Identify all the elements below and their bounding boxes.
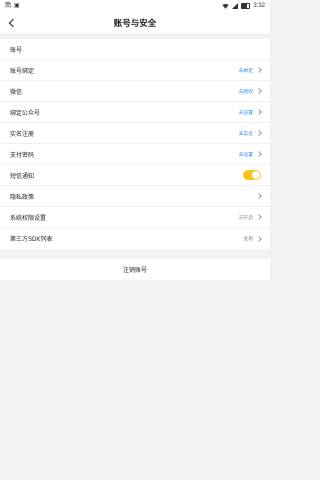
chevron-right-icon xyxy=(256,67,262,73)
row-system-permissions[interactable]: 系统权限设置 去开启 xyxy=(0,207,270,228)
row-label: 账号 xyxy=(10,47,23,54)
row-label: 第三方SDK列表 xyxy=(10,237,53,243)
row-label: 隐私政策 xyxy=(10,194,35,201)
row-label: 短信通知 xyxy=(10,173,35,180)
chevron-right-icon xyxy=(256,214,262,220)
row-third-party-sdk[interactable]: 第三方SDK列表 查看 xyxy=(0,228,270,249)
row-label: 支付密码 xyxy=(10,152,35,159)
chevron-right-icon xyxy=(256,88,262,94)
row-label: 绑定公众号 xyxy=(10,110,41,117)
page-title: 账号与安全 xyxy=(113,18,157,28)
sms-notification-toggle[interactable] xyxy=(243,170,261,180)
chevron-right-icon xyxy=(256,235,262,242)
row-real-name[interactable]: 实名注册 未实名 xyxy=(0,123,270,144)
row-label: 账号绑定 xyxy=(10,68,35,75)
app-notification-icon: ▣ xyxy=(14,3,20,9)
sim-icon: 簡 xyxy=(5,3,12,9)
chevron-right-icon xyxy=(256,193,262,199)
signal-icon xyxy=(232,3,239,9)
row-account[interactable]: 账号 xyxy=(0,39,270,60)
row-value: 未实名 xyxy=(238,131,253,137)
wifi-icon xyxy=(222,3,229,9)
status-left: 簡 ▣ xyxy=(5,3,20,9)
row-account-binding[interactable]: 账号绑定 未绑定 xyxy=(0,60,270,81)
cancel-account-button[interactable]: 注销账号 xyxy=(0,259,270,280)
back-button[interactable] xyxy=(6,17,18,29)
status-right: 3:32 xyxy=(222,3,265,9)
chevron-right-icon xyxy=(256,151,262,157)
row-value: 去开启 xyxy=(238,215,253,221)
row-privacy-policy[interactable]: 隐私政策 xyxy=(0,186,270,207)
row-wechat[interactable]: 微信 去授权 xyxy=(0,81,270,102)
row-label: 系统权限设置 xyxy=(10,215,47,222)
row-value: 去授权 xyxy=(238,89,253,95)
row-official-account[interactable]: 绑定公众号 去设置 xyxy=(0,102,270,123)
status-bar: 簡 ▣ 3:32 xyxy=(0,0,270,12)
row-value: 未设置 xyxy=(238,152,253,158)
clock: 3:32 xyxy=(253,3,265,9)
row-sms-notification: 短信通知 xyxy=(0,165,270,186)
settings-list: 账号 账号绑定 未绑定 微信 去授权 绑定公众号 去设置 实名注册 未实名 支付… xyxy=(0,39,270,249)
row-value: 查看 xyxy=(243,237,253,242)
row-value: 未绑定 xyxy=(238,68,253,74)
chevron-right-icon xyxy=(256,109,262,115)
row-payment-password[interactable]: 支付密码 未设置 xyxy=(0,144,270,165)
battery-icon xyxy=(241,3,251,9)
row-value: 去设置 xyxy=(238,110,253,116)
header: 账号与安全 xyxy=(0,12,270,35)
back-arrow-icon xyxy=(8,18,18,28)
chevron-right-icon xyxy=(256,130,262,136)
row-label: 实名注册 xyxy=(10,131,35,138)
row-label: 微信 xyxy=(10,89,23,96)
